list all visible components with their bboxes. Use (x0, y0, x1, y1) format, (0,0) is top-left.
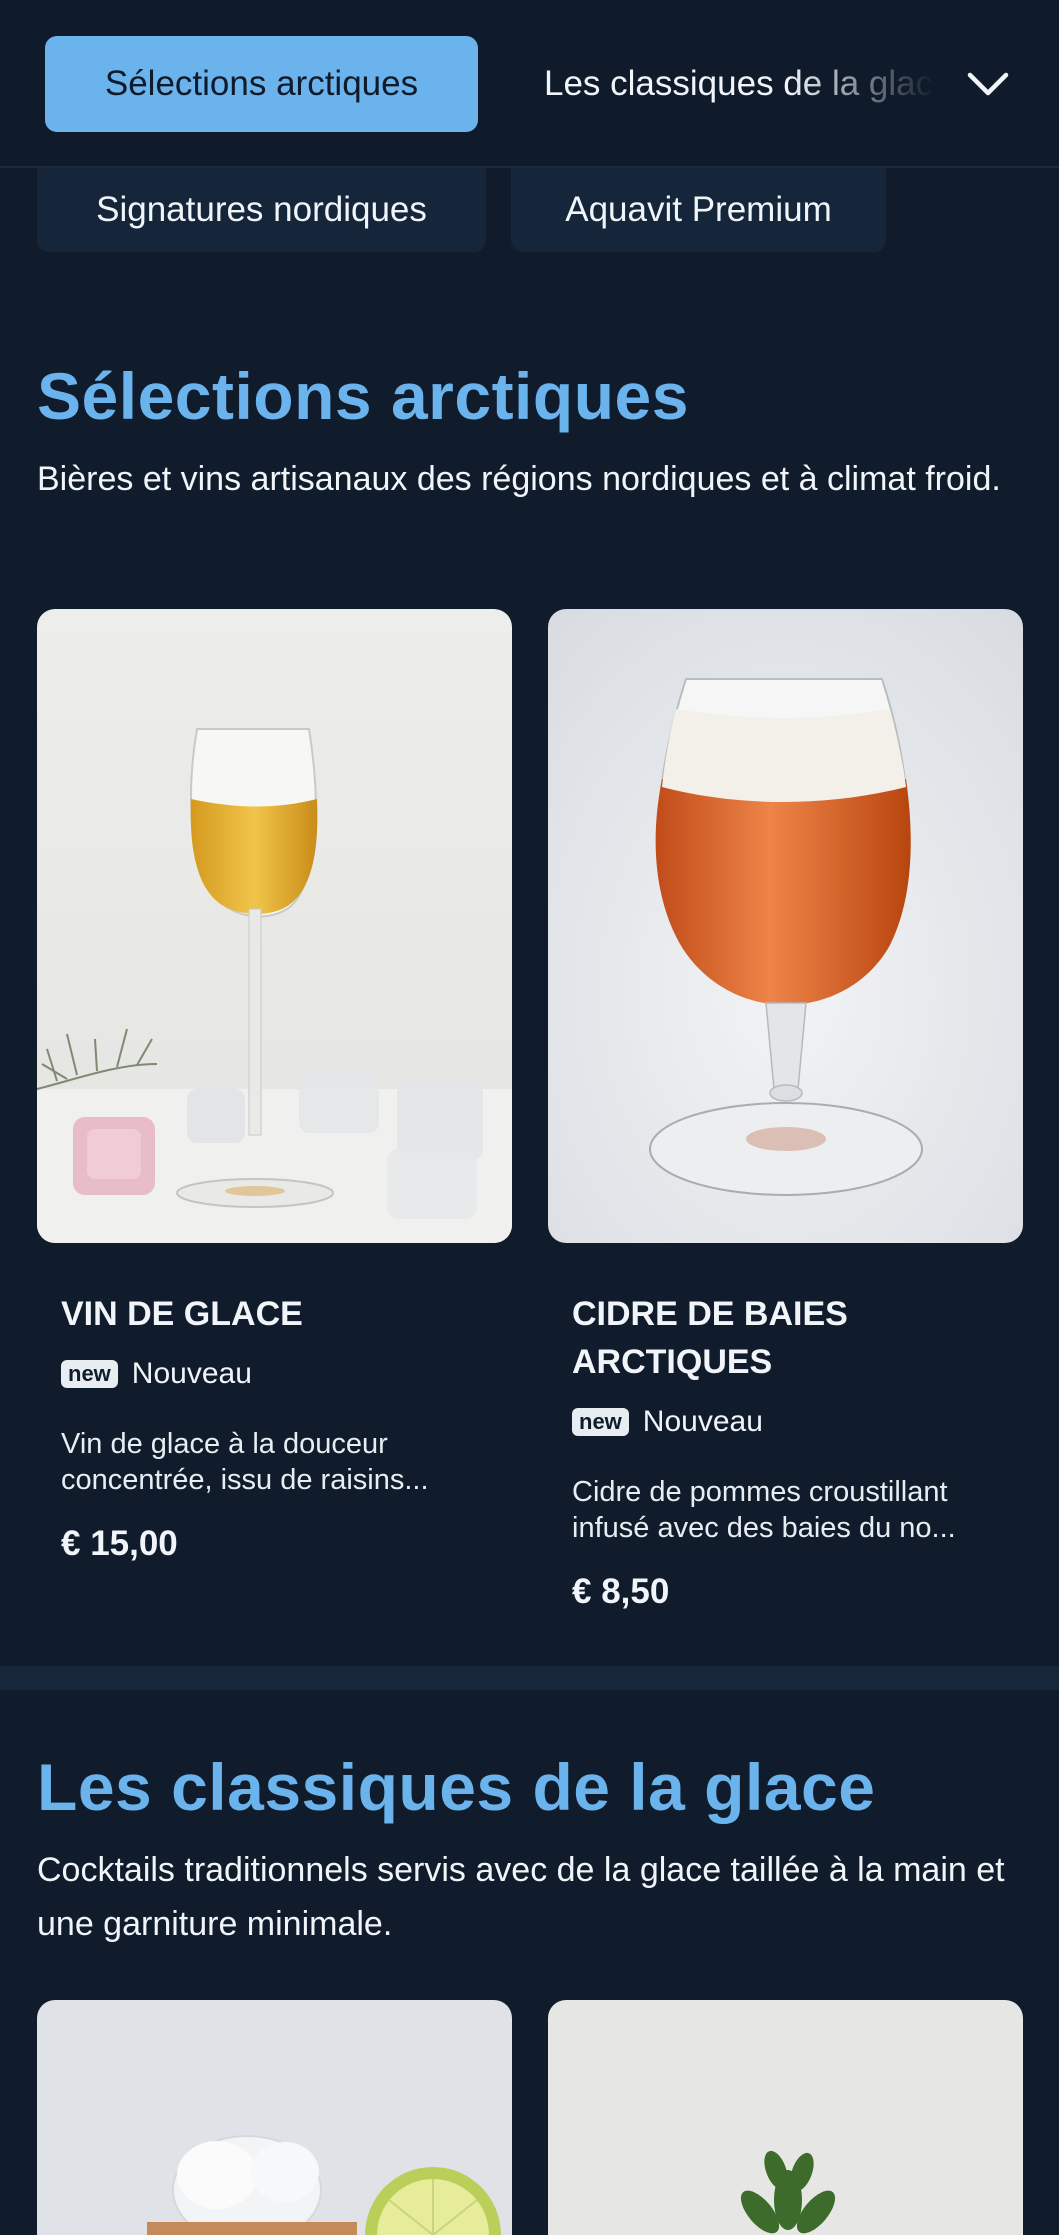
product-name[interactable]: CIDRE DE BAIES ARCTIQUES (572, 1290, 992, 1386)
product-description: Cidre de pommes croustillant infusé avec… (572, 1476, 956, 1544)
product-description: Vin de glace à la douceur concentrée, is… (61, 1428, 429, 1496)
section-description: Bières et vins artisanaux des régions no… (37, 460, 1001, 498)
product-image[interactable] (548, 2000, 1023, 2235)
tab-signatures-nordiques[interactable]: Signatures nordiques (37, 168, 486, 252)
section-title: Sélections arctiques (37, 359, 689, 433)
new-badge: new (61, 1360, 118, 1388)
category-nav-overflow: Signatures nordiques Aquavit Premium (0, 168, 1059, 252)
new-label: Nouveau (642, 1405, 763, 1438)
new-badge: new (572, 1408, 629, 1436)
section-title: Les classiques de la glace (37, 1750, 876, 1824)
product-price: € 8,50 (572, 1572, 670, 1611)
new-indicator: new Nouveau (61, 1357, 252, 1391)
new-label: Nouveau (131, 1357, 252, 1390)
tab-fade-overlay (790, 36, 960, 132)
product-price: € 15,00 (61, 1524, 178, 1563)
product-image-ice-wine[interactable] (37, 609, 512, 1243)
new-indicator: new Nouveau (572, 1405, 763, 1439)
product-name[interactable]: VIN DE GLACE (61, 1290, 481, 1338)
section-divider (0, 1666, 1059, 1690)
chevron-down-icon[interactable] (960, 50, 1016, 118)
product-image-arctic-berry-cider[interactable] (548, 609, 1023, 1243)
tab-aquavit-premium[interactable]: Aquavit Premium (511, 168, 886, 252)
tab-selections-arctiques[interactable]: Sélections arctiques (45, 36, 478, 132)
section-description: Cocktails traditionnels servis avec de l… (37, 1851, 1005, 1943)
category-nav: Sélections arctiques Les classiques de l… (0, 0, 1059, 168)
product-image[interactable] (37, 2000, 512, 2235)
